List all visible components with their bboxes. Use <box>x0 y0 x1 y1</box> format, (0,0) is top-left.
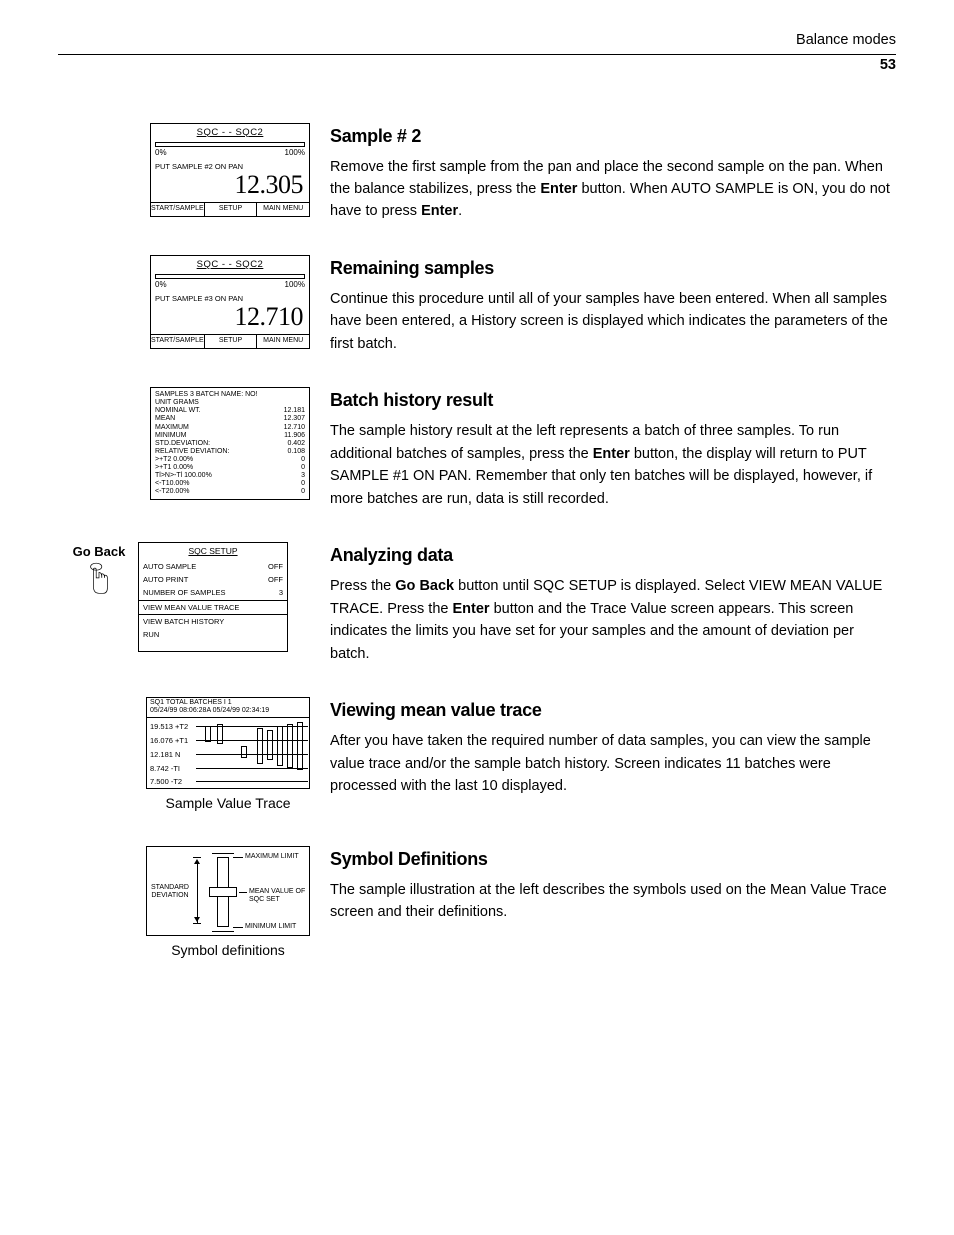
para-viewing: After you have taken the required number… <box>330 730 896 797</box>
setup-title: SQC SETUP <box>139 543 287 560</box>
lcd-buttons: START/SAMPLE SETUP MAIN MENU <box>151 334 309 348</box>
btn-main: MAIN MENU <box>257 203 309 216</box>
trace-chart: 19.513 +T2 16.076 +T1 12.181 N 8.742 -TI… <box>147 718 309 788</box>
setup-row: AUTO PRINTOFF <box>139 573 287 586</box>
symbol-mean-marker <box>209 887 237 897</box>
goback-label: Go Back <box>68 542 130 562</box>
setup-item: RUN <box>139 628 287 641</box>
para-remaining: Continue this procedure until all of you… <box>330 288 896 355</box>
symbol-box: MAXIMUM LIMIT MEAN VALUE OF SQC SET MINI… <box>146 846 310 936</box>
para-symbol: The sample illustration at the left desc… <box>330 879 896 924</box>
page-header: Balance modes <box>58 30 896 55</box>
hist-row: STD.DEVIATION:0.402 <box>155 440 305 448</box>
sym-min: MINIMUM LIMIT <box>245 923 296 931</box>
progress-bar <box>155 274 305 279</box>
hand-press-icon <box>85 562 113 598</box>
lcd-buttons: START/SAMPLE SETUP MAIN MENU <box>151 202 309 216</box>
symbol-caption: Symbol definitions <box>171 940 285 961</box>
hist-row: MAXIMUM12.710 <box>155 424 305 432</box>
history-box: SAMPLES 3 BATCH NAME: NO! UNIT GRAMS NOM… <box>150 387 310 500</box>
lcd-value: 12.710 <box>151 304 309 330</box>
heading-symbol: Symbol Definitions <box>330 846 896 873</box>
pct-0: 0% <box>155 279 167 291</box>
lcd-value: 12.305 <box>151 172 309 198</box>
hist-row: MEAN12.307 <box>155 415 305 423</box>
hist-row: <-T10.00%0 <box>155 480 305 488</box>
sym-mean: MEAN VALUE OF SQC SET <box>249 888 309 903</box>
pct-0: 0% <box>155 147 167 159</box>
hist-line: UNIT GRAMS <box>155 399 305 407</box>
hist-row: >+T1 0.00%0 <box>155 464 305 472</box>
hist-row: Tl>N>-Tl 100.00%3 <box>155 472 305 480</box>
heading-remaining: Remaining samples <box>330 255 896 282</box>
setup-highlight: VIEW MEAN VALUE TRACE <box>139 600 287 615</box>
setup-item: VIEW BATCH HISTORY <box>139 615 287 628</box>
hist-row: RELATIVE DEVIATION:0.108 <box>155 448 305 456</box>
lcd-sample-3: SQC - - SQC2 0% 100% PUT SAMPLE #3 ON PA… <box>150 255 310 349</box>
para-sample-2: Remove the first sample from the pan and… <box>330 156 896 223</box>
section-name: Balance modes <box>796 32 896 48</box>
heading-sample-2: Sample # 2 <box>330 123 896 150</box>
heading-viewing: Viewing mean value trace <box>330 697 896 724</box>
hist-line: SAMPLES 3 BATCH NAME: NO! <box>155 391 305 399</box>
progress-bar <box>155 142 305 147</box>
hist-row: NOMINAL WT.12.181 <box>155 407 305 415</box>
btn-setup: SETUP <box>205 203 258 216</box>
hist-row: <-T20.00%0 <box>155 488 305 496</box>
pct-100: 100% <box>285 279 305 291</box>
goback-group: Go Back <box>68 542 130 605</box>
lcd-title: SQC - - SQC2 <box>151 258 309 272</box>
btn-main: MAIN MENU <box>257 335 309 348</box>
sym-std: STANDARD DEVIATION <box>151 884 189 899</box>
trace-header: SQ1 TOTAL BATCHES I 1 05/24/99 08:06:28A… <box>147 698 309 718</box>
setup-row: NUMBER OF SAMPLES3 <box>139 586 287 599</box>
setup-row: AUTO SAMPLEOFF <box>139 560 287 573</box>
sym-max: MAXIMUM LIMIT <box>245 853 299 861</box>
trace-box: SQ1 TOTAL BATCHES I 1 05/24/99 08:06:28A… <box>146 697 310 789</box>
lcd-sample-2: SQC - - SQC2 0% 100% PUT SAMPLE #2 ON PA… <box>150 123 310 217</box>
trace-caption: Sample Value Trace <box>165 793 290 814</box>
btn-setup: SETUP <box>205 335 258 348</box>
para-analyzing: Press the Go Back button until SQC SETUP… <box>330 575 896 665</box>
para-batch-history: The sample history result at the left re… <box>330 420 896 510</box>
btn-start: START/SAMPLE <box>151 203 205 216</box>
lcd-title: SQC - - SQC2 <box>151 126 309 140</box>
heading-analyzing: Analyzing data <box>330 542 896 569</box>
sqc-setup-box: SQC SETUP AUTO SAMPLEOFF AUTO PRINTOFF N… <box>138 542 288 652</box>
pct-100: 100% <box>285 147 305 159</box>
heading-batch-history: Batch history result <box>330 387 896 414</box>
btn-start: START/SAMPLE <box>151 335 205 348</box>
hist-row: >+T2 0.00%0 <box>155 456 305 464</box>
page-number: 53 <box>58 55 896 77</box>
hist-row: MINIMUM11.906 <box>155 432 305 440</box>
